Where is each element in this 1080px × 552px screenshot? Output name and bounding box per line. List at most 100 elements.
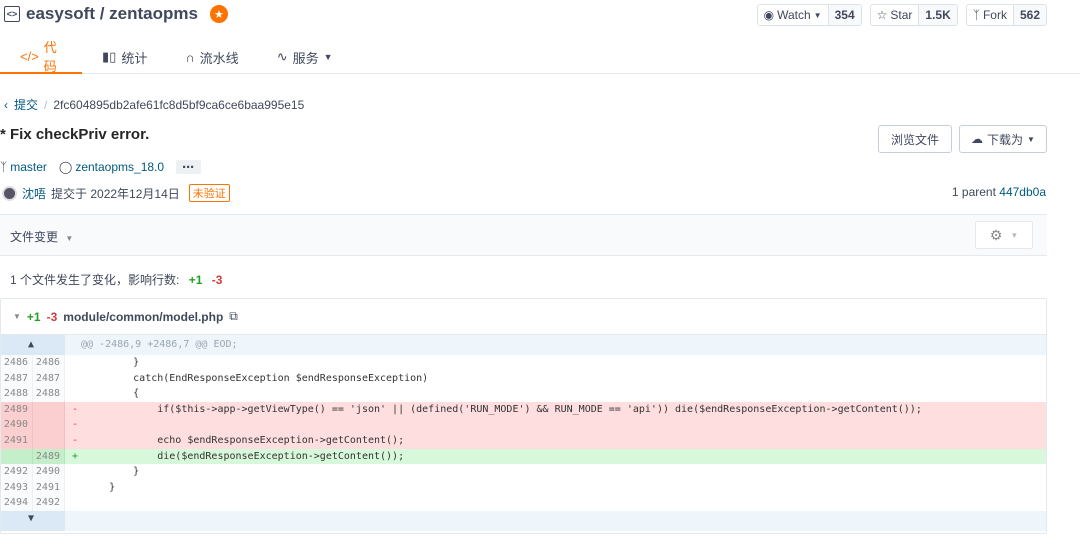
caret-down-icon: ▼	[323, 52, 333, 62]
author-name[interactable]: 沈唔	[22, 185, 46, 202]
expand-up-icon[interactable]: ▲	[1, 335, 65, 355]
unverified-badge[interactable]: 未验证	[188, 184, 230, 202]
bar-chart-icon: ▮▯	[102, 49, 117, 64]
new-line-number[interactable]: 2491	[33, 479, 65, 496]
browse-files-button[interactable]: 浏览文件	[878, 125, 952, 153]
lines-added: +1	[188, 273, 203, 287]
branch-ref[interactable]: ᛉ master	[0, 160, 47, 174]
diff-line: 2486 2486 }	[1, 355, 1046, 371]
commit-parent: 1 parent 447db0a	[951, 185, 1046, 199]
old-line-number[interactable]: 2488	[1, 386, 33, 402]
file-changes-bar: 文件变更 ▼ ⚙ ▼	[0, 214, 1047, 256]
diff-sign: -	[71, 434, 79, 446]
diff-sign	[65, 355, 81, 371]
diff-deleted-count: -3	[46, 309, 58, 324]
avatar[interactable]	[2, 185, 17, 201]
tab-services[interactable]: ∿ 服务 ▼	[257, 40, 351, 74]
diff-line: 2493 2491 }	[1, 479, 1046, 496]
tab-pipeline[interactable]: ∩ 流水线	[165, 40, 256, 74]
pipeline-icon: ∩	[185, 49, 195, 65]
new-line-number[interactable]	[33, 417, 65, 433]
new-line-number[interactable]: 2488	[33, 386, 65, 402]
parent-hash-link[interactable]: 447db0a	[999, 185, 1046, 199]
star-button[interactable]: ☆ Star 1.5K	[869, 4, 958, 26]
breadcrumb: ‹ 提交 / 2fc604895db2afe61fc8d5bf9ca6ce6ba…	[4, 96, 304, 113]
change-summary: 1 个文件发生了变化，影响行数: +1 -3	[10, 273, 223, 287]
download-cloud-icon: ☁	[971, 132, 984, 146]
code-text: echo $endResponseException->getContent()…	[85, 434, 405, 446]
eye-icon: ◉	[763, 8, 775, 22]
repo-tabs: </> 代码 ▮▯ 统计 ∩ 流水线 ∿ 服务 ▼	[0, 40, 351, 74]
old-line-number[interactable]: 2494	[1, 495, 33, 511]
code-text: die($endResponseException->getContent())…	[85, 450, 405, 462]
new-line-number[interactable]: 2490	[33, 464, 65, 480]
new-line-number[interactable]: 2487	[33, 370, 65, 387]
code-text: }	[85, 357, 140, 368]
branch-icon: ᛉ	[0, 160, 8, 174]
code-repo-icon: <>	[4, 6, 20, 22]
diff-expand-footer: ▼	[1, 510, 1046, 531]
old-line-number[interactable]: 2491	[1, 432, 33, 449]
new-line-number[interactable]: 2489	[33, 448, 65, 465]
diff-line: 2489 - if($this->app->getViewType() == 'j…	[1, 401, 1046, 418]
old-line-number[interactable]: 2493	[1, 479, 33, 496]
new-line-number[interactable]	[33, 401, 65, 418]
diff-lines: ▲ @@ -2486,9 +2486,7 @@ EOD; 2486 2486 } 2…	[1, 335, 1046, 531]
code-text: catch(EndResponseException $endResponseE…	[85, 372, 429, 384]
diff-settings-button[interactable]: ⚙ ▼	[975, 221, 1033, 249]
download-button[interactable]: ☁ 下载为 ▼	[959, 125, 1047, 153]
caret-down-icon: ▼	[1027, 134, 1035, 144]
commit-hash: 2fc604895db2afe61fc8d5bf9ca6ce6baa995e15	[53, 97, 305, 112]
diff-sign	[65, 495, 81, 511]
lines-deleted: -3	[211, 273, 223, 287]
chevron-left-icon[interactable]: ‹	[4, 98, 8, 112]
old-line-number[interactable]: 2490	[1, 417, 33, 433]
caret-down-icon: ▼	[813, 10, 822, 20]
commit-refs: ᛉ master ◯ zentaopms_18.0 ⋯	[0, 160, 202, 174]
diff-line: 2492 2490 }	[1, 464, 1046, 480]
new-line-number[interactable]: 2486	[33, 355, 65, 371]
expand-down-icon[interactable]: ▼	[1, 510, 65, 531]
diff-sign: -	[71, 419, 79, 431]
more-refs-button[interactable]: ⋯	[176, 160, 202, 174]
new-line-number[interactable]	[33, 432, 65, 449]
diff-file-path[interactable]: module/common/model.php	[63, 310, 223, 324]
tab-stats[interactable]: ▮▯ 统计	[82, 40, 165, 74]
watch-count[interactable]: 354	[827, 5, 861, 25]
breadcrumb-commits-link[interactable]: 提交	[14, 96, 38, 113]
file-changes-toggle[interactable]: 文件变更 ▼	[10, 228, 73, 245]
copy-icon[interactable]: ⧉	[229, 309, 238, 324]
repo-title-bar: <> easysoft / zentaopms ★	[4, 4, 228, 24]
diff-sign	[65, 480, 81, 496]
diff-sign: +	[71, 450, 79, 462]
old-line-number[interactable]: 2492	[1, 464, 33, 480]
star-count[interactable]: 1.5K	[918, 5, 957, 25]
repo-header: <> easysoft / zentaopms ★ ◉ Watch ▼ 354 ☆ S…	[0, 0, 1080, 74]
repo-title[interactable]: easysoft / zentaopms	[26, 4, 198, 24]
collapse-caret-icon[interactable]: ▼	[13, 312, 21, 321]
file-diff: ▼ +1 -3 module/common/model.php ⧉ ▲ @@ -…	[0, 298, 1047, 534]
old-line-number[interactable]: 2486	[1, 355, 33, 371]
tag-ref[interactable]: ◯ zentaopms_18.0	[59, 160, 164, 174]
fork-button[interactable]: ᛉ Fork 562	[965, 4, 1047, 26]
tab-code[interactable]: </> 代码	[0, 40, 82, 74]
old-line-number[interactable]	[1, 448, 33, 465]
code-text: {	[85, 388, 140, 400]
old-line-number[interactable]: 2489	[1, 401, 33, 418]
code-text: if($this->app->getViewType() == 'json' |…	[85, 403, 922, 415]
diff-line: 2487 2487 catch(EndResponseException $end…	[1, 370, 1046, 387]
commit-author: 沈唔 提交于 2022年12月14日 未验证	[2, 184, 230, 202]
fork-count[interactable]: 562	[1012, 5, 1046, 25]
gvp-badge-icon[interactable]: ★	[209, 5, 228, 23]
watch-button[interactable]: ◉ Watch ▼ 354	[756, 4, 862, 26]
fork-icon: ᛉ	[972, 8, 980, 22]
diff-sign	[65, 464, 81, 480]
new-line-number[interactable]: 2492	[33, 495, 65, 511]
hunk-text: @@ -2486,9 +2486,7 @@ EOD;	[81, 339, 238, 350]
commit-title: * Fix checkPriv error.	[0, 126, 150, 143]
star-icon: ☆	[876, 8, 888, 22]
old-line-number[interactable]: 2487	[1, 370, 33, 387]
tag-icon: ◯	[58, 160, 73, 174]
gear-icon: ⚙	[989, 226, 1003, 243]
